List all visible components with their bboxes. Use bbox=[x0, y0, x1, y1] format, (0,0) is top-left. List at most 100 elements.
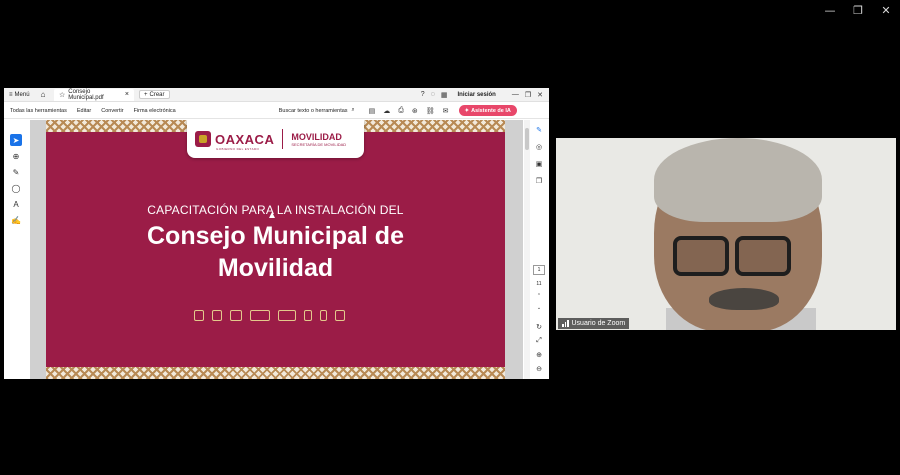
motorcycle-icon bbox=[212, 310, 222, 321]
close-icon: ✕ bbox=[881, 3, 891, 17]
all-tools-tab[interactable]: Todas las herramientas bbox=[10, 108, 67, 114]
close-button[interactable]: ✕ bbox=[872, 0, 900, 20]
plus-icon: + bbox=[144, 91, 148, 98]
refresh-icon[interactable]: ↻ bbox=[536, 323, 542, 331]
zoom-window-controls: — ❐ ✕ bbox=[816, 0, 900, 20]
van-icon bbox=[230, 310, 242, 321]
page-up-icon[interactable]: ⌃ bbox=[537, 293, 541, 299]
ai-assistant-button[interactable]: ✦ Asistente de IA bbox=[458, 105, 517, 116]
menu-label: Menú bbox=[14, 91, 30, 98]
convert-tab[interactable]: Convertir bbox=[101, 108, 123, 114]
close-tab-icon[interactable]: × bbox=[125, 91, 129, 98]
window-minimize-icon[interactable]: — bbox=[512, 91, 519, 98]
pages-icon[interactable]: ❐ bbox=[536, 177, 542, 185]
menu-button[interactable]: ≡ Menú bbox=[4, 92, 34, 98]
wheelchair-icon bbox=[304, 310, 312, 321]
sign-in-button[interactable]: Iniciar sesión bbox=[457, 92, 495, 98]
create-label: Crear bbox=[149, 91, 165, 98]
apps-icon[interactable]: ▦ bbox=[441, 91, 448, 99]
signature-icon[interactable]: ✍ bbox=[10, 214, 22, 226]
ai-icon: ✦ bbox=[464, 107, 470, 114]
signal-bars-icon bbox=[562, 320, 569, 327]
pattern-border-bottom bbox=[46, 367, 505, 379]
search-box[interactable]: Buscar texto o herramientas ⌕ bbox=[279, 107, 355, 114]
page-fit-icon[interactable]: ⤢ bbox=[536, 337, 542, 345]
current-page-field[interactable]: 1 bbox=[533, 265, 545, 275]
attachment-icon[interactable]: ▣ bbox=[536, 160, 543, 168]
esign-tab[interactable]: Firma electrónica bbox=[134, 108, 176, 114]
edit-tab[interactable]: Editar bbox=[77, 108, 91, 114]
hamburger-icon: ≡ bbox=[9, 91, 13, 98]
star-icon[interactable]: ☆ bbox=[59, 91, 65, 99]
pen-icon[interactable]: ✎ bbox=[10, 166, 22, 178]
scooter-icon bbox=[335, 310, 345, 321]
help-icon[interactable]: ? bbox=[421, 91, 425, 98]
zoom-in-icon[interactable]: ⊕ bbox=[536, 351, 542, 359]
participant-name-tag: Usuario de Zoom bbox=[558, 318, 630, 329]
transport-icons-row bbox=[194, 310, 345, 321]
page-down-icon[interactable]: ⌄ bbox=[537, 305, 541, 311]
cyclist-icon bbox=[194, 310, 204, 321]
home-icon[interactable]: ⌂ bbox=[36, 90, 50, 99]
slide-title-line1: Consejo Municipal de bbox=[147, 222, 404, 250]
total-pages: 11 bbox=[536, 281, 542, 287]
participant-video[interactable]: Usuario de Zoom bbox=[556, 138, 896, 330]
participant-hair bbox=[654, 138, 822, 222]
bus-icon bbox=[278, 310, 296, 321]
quick-tools-panel: ➤ ⊕ ✎ ◯ A ✍ bbox=[4, 120, 30, 379]
notifications-icon[interactable]: ◌ bbox=[431, 91, 435, 98]
lasso-icon[interactable]: ◯ bbox=[10, 182, 22, 194]
pedestrian-icon bbox=[320, 310, 327, 321]
vertical-scrollbar[interactable] bbox=[524, 120, 530, 379]
oaxaca-emblem-icon bbox=[195, 131, 211, 147]
minimize-icon: — bbox=[824, 3, 836, 17]
tab-title: Consejo Municipal.pdf bbox=[68, 88, 104, 101]
comment-icon[interactable]: ✎ bbox=[536, 126, 542, 134]
participant-glasses bbox=[673, 236, 791, 276]
search-icon: ⌕ bbox=[351, 107, 355, 113]
logo-oaxaca-text: OAXACA bbox=[215, 131, 275, 147]
window-close-icon[interactable]: ✕ bbox=[537, 91, 543, 99]
logo-government-text: GOBIERNO DEL ESTADO bbox=[216, 147, 260, 151]
print-icon[interactable]: ⎙ bbox=[398, 107, 404, 115]
zoom-out-icon[interactable]: ⊖ bbox=[536, 365, 542, 373]
window-restore-icon[interactable]: ❐ bbox=[525, 91, 531, 99]
participant-name: Usuario de Zoom bbox=[571, 320, 626, 327]
zoom-tool-icon[interactable]: ⊕ bbox=[10, 150, 22, 162]
slide-title-line2: Movilidad bbox=[217, 254, 334, 282]
participant-mustache bbox=[709, 288, 779, 310]
create-button[interactable]: + Crear bbox=[139, 90, 170, 99]
shared-screen: ≡ Menú ⌂ ☆ Consejo Municipal.pdf × + Cre… bbox=[4, 88, 549, 379]
minimize-button[interactable]: — bbox=[816, 0, 844, 20]
link-icon[interactable]: ⛓ bbox=[426, 107, 435, 115]
document-tab[interactable]: ☆ Consejo Municipal.pdf × bbox=[54, 88, 134, 101]
scrollbar-thumb[interactable] bbox=[525, 128, 529, 150]
restore-icon: ❐ bbox=[853, 3, 863, 17]
right-tools-panel: ✎ ◎ ▣ ❐ bbox=[532, 126, 546, 185]
slide-logo: OAXACA GOBIERNO DEL ESTADO MOVILIDAD SEC… bbox=[187, 120, 364, 158]
logo-secretaria-text: SECRETARÍA DE MOVILIDAD bbox=[291, 141, 347, 147]
car-icon bbox=[250, 310, 270, 321]
zoom-tools: ↻ ⤢ ⊕ ⊖ bbox=[533, 323, 545, 373]
right-lens bbox=[735, 236, 791, 276]
logo-movilidad-text: MOVILIDAD bbox=[291, 131, 342, 142]
acrobat-toolbar: Todas las herramientas Editar Convertir … bbox=[4, 103, 549, 119]
slide-page: OAXACA GOBIERNO DEL ESTADO MOVILIDAD SEC… bbox=[46, 120, 505, 379]
ai-assistant-label: Asistente de IA bbox=[471, 107, 511, 114]
upload-cloud-icon[interactable]: ☁ bbox=[383, 107, 390, 115]
page-navigator: 1 11 ⌃ ⌄ bbox=[533, 265, 545, 311]
bookmark-icon[interactable]: ◎ bbox=[536, 143, 542, 151]
document-viewer[interactable]: OAXACA GOBIERNO DEL ESTADO MOVILIDAD SEC… bbox=[30, 120, 523, 379]
logo-divider bbox=[282, 129, 284, 149]
text-box-icon[interactable]: A bbox=[10, 198, 22, 210]
slide-subtitle: CAPACITACIÓN PARA LA INSTALACIÓN DEL bbox=[147, 203, 404, 217]
left-lens bbox=[673, 236, 729, 276]
mouse-cursor-icon bbox=[269, 212, 275, 218]
acrobat-titlebar: ≡ Menú ⌂ ☆ Consejo Municipal.pdf × + Cre… bbox=[4, 88, 549, 102]
save-icon[interactable]: ▤ bbox=[369, 107, 376, 115]
select-cursor-icon[interactable]: ➤ bbox=[10, 134, 22, 146]
mail-icon[interactable]: ✉ bbox=[443, 107, 449, 115]
share-icon[interactable]: ⊛ bbox=[412, 107, 418, 115]
search-label: Buscar texto o herramientas bbox=[278, 107, 348, 114]
restore-button[interactable]: ❐ bbox=[844, 0, 872, 20]
